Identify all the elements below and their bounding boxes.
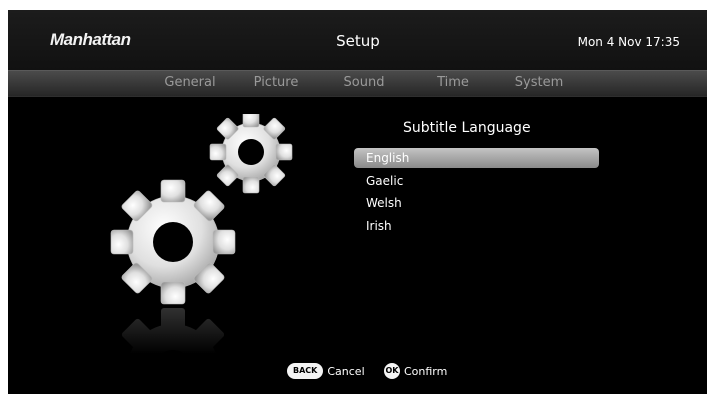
tab-sound[interactable]: Sound	[330, 73, 398, 93]
option-welsh[interactable]: Welsh	[354, 193, 599, 213]
language-option-list: English Gaelic Welsh Irish	[354, 148, 599, 238]
tab-bar: General Picture Sound Time System	[8, 70, 707, 97]
tab-picture[interactable]: Picture	[242, 73, 310, 93]
ok-key-icon: OK	[384, 363, 400, 379]
option-english[interactable]: English	[354, 148, 599, 168]
cancel-hint[interactable]: BACK Cancel	[287, 360, 365, 382]
setup-screen: Manhattan Setup Mon 4 Nov 17:35 General …	[8, 10, 707, 394]
gears-icon	[110, 114, 293, 354]
brand-logo: Manhattan	[50, 30, 131, 49]
tab-time[interactable]: Time	[419, 73, 487, 93]
back-key-icon: BACK	[287, 363, 324, 379]
tab-system[interactable]: System	[505, 73, 573, 93]
option-gaelic[interactable]: Gaelic	[354, 171, 599, 191]
content-title: Subtitle Language	[403, 120, 531, 136]
header-bar: Manhattan Setup Mon 4 Nov 17:35	[8, 10, 707, 70]
tab-general[interactable]: General	[156, 73, 224, 93]
cancel-label: Cancel	[327, 364, 365, 378]
confirm-hint[interactable]: OK Confirm	[384, 360, 447, 382]
footer-hints: BACK Cancel OK Confirm	[8, 360, 707, 382]
option-irish[interactable]: Irish	[354, 216, 599, 236]
page-title: Setup	[336, 32, 380, 50]
confirm-label: Confirm	[404, 364, 448, 378]
clock: Mon 4 Nov 17:35	[577, 35, 680, 49]
